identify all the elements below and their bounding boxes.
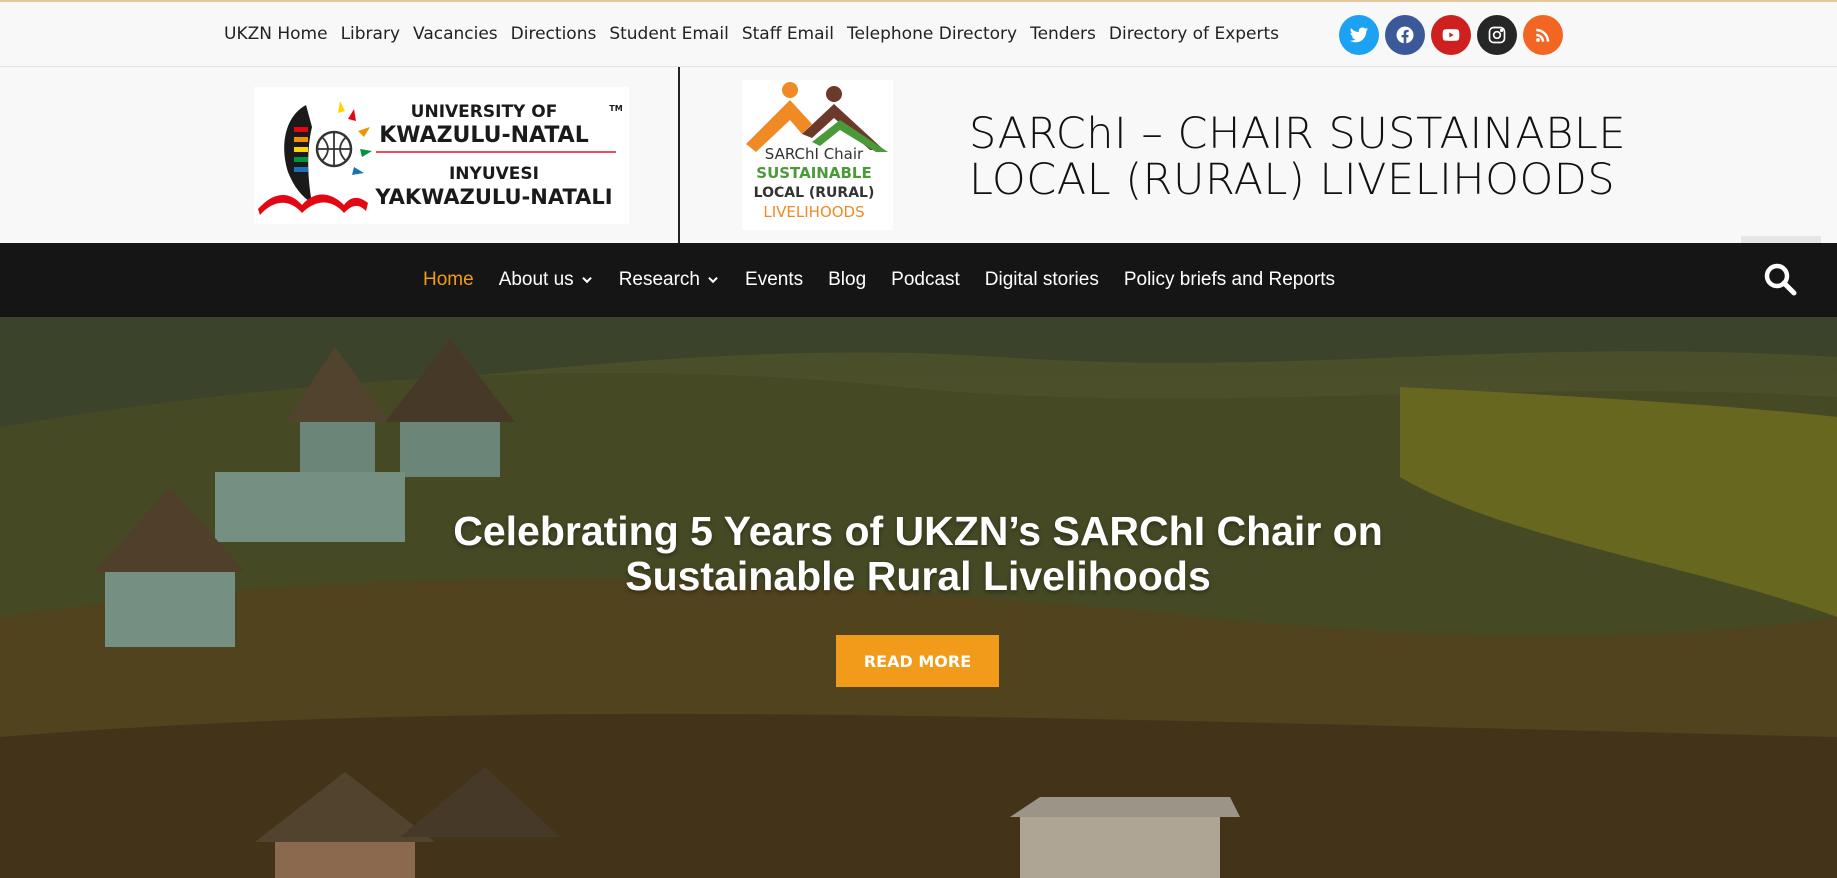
- svg-text:YAKWAZULU-NATALI: YAKWAZULU-NATALI: [374, 185, 612, 209]
- nav-item-label: Home: [423, 269, 474, 290]
- nav-item-label: Digital stories: [984, 269, 1099, 290]
- svg-text:LOCAL (RURAL): LOCAL (RURAL): [754, 185, 875, 201]
- hero-banner: Celebrating 5 Years of UKZN’s SARChI Cha…: [0, 317, 1837, 878]
- chevron-down-icon: [708, 276, 718, 284]
- header-divider: [678, 67, 680, 243]
- link-telephone-directory[interactable]: Telephone Directory: [847, 24, 1017, 44]
- ukzn-logo[interactable]: UNIVERSITY OF KWAZULU-NATAL TM INYUVESI …: [254, 87, 629, 224]
- nav-item-policy-briefs[interactable]: Policy briefs and Reports: [1124, 269, 1335, 291]
- rss-icon[interactable]: [1523, 15, 1563, 55]
- search-button[interactable]: [1762, 261, 1798, 297]
- nav-item-events[interactable]: Events: [745, 269, 803, 291]
- nav-item-label: Events: [745, 269, 804, 290]
- search-icon: [1764, 263, 1797, 296]
- svg-text:TM: TM: [609, 104, 622, 113]
- nav-item-label: Policy briefs and Reports: [1123, 269, 1336, 290]
- link-directions[interactable]: Directions: [511, 24, 597, 44]
- link-student-email[interactable]: Student Email: [609, 24, 729, 44]
- nav-item-podcast[interactable]: Podcast: [891, 269, 960, 291]
- twitter-icon[interactable]: [1339, 15, 1379, 55]
- site-title: SARChI – CHAIR SUSTAINABLE LOCAL (RURAL)…: [969, 109, 1626, 205]
- sarchi-chair-logo[interactable]: SARChI Chair SUSTAINABLE LOCAL (RURAL) L…: [742, 80, 893, 230]
- hero-title-line2: Sustainable Rural Livelihoods: [625, 553, 1211, 599]
- main-nav: Home About us Research Events Blog Podca…: [0, 243, 1837, 317]
- nav-item-label: Blog: [828, 269, 867, 290]
- utility-links: UKZN Home Library Vacancies Directions S…: [224, 24, 1292, 44]
- svg-text:LIVELIHOODS: LIVELIHOODS: [763, 203, 864, 221]
- nav-item-label: About us: [498, 269, 574, 290]
- facebook-icon[interactable]: [1385, 15, 1425, 55]
- nav-item-home[interactable]: Home: [423, 269, 474, 291]
- nav-item-research[interactable]: Research: [619, 269, 720, 291]
- hero-title: Celebrating 5 Years of UKZN’s SARChI Cha…: [318, 509, 1518, 599]
- nav-item-label: Podcast: [891, 269, 960, 290]
- nav-item-blog[interactable]: Blog: [828, 269, 866, 291]
- chevron-down-icon: [581, 276, 592, 284]
- svg-text:KWAZULU-NATAL: KWAZULU-NATAL: [379, 123, 588, 148]
- svg-text:UNIVERSITY OF: UNIVERSITY OF: [411, 102, 558, 122]
- link-staff-email[interactable]: Staff Email: [742, 24, 834, 44]
- link-tenders[interactable]: Tenders: [1030, 24, 1096, 44]
- svg-text:INYUVESI: INYUVESI: [449, 164, 539, 184]
- top-utility-bar: UKZN Home Library Vacancies Directions S…: [0, 0, 1837, 67]
- read-more-button[interactable]: READ MORE: [836, 635, 999, 687]
- youtube-icon[interactable]: [1431, 15, 1471, 55]
- link-directory-of-experts[interactable]: Directory of Experts: [1109, 24, 1279, 44]
- link-library[interactable]: Library: [341, 24, 400, 44]
- nav-item-about-us[interactable]: About us: [499, 269, 594, 291]
- site-header: UNIVERSITY OF KWAZULU-NATAL TM INYUVESI …: [0, 67, 1837, 243]
- social-links: [1339, 15, 1563, 55]
- svg-text:SARChI Chair: SARChI Chair: [765, 145, 864, 163]
- instagram-icon[interactable]: [1477, 15, 1517, 55]
- nav-item-digital-stories[interactable]: Digital stories: [985, 269, 1099, 291]
- nav-item-label: Research: [618, 269, 701, 290]
- hero-title-line1: Celebrating 5 Years of UKZN’s SARChI Cha…: [453, 508, 1383, 554]
- svg-text:SUSTAINABLE: SUSTAINABLE: [756, 164, 871, 182]
- link-vacancies[interactable]: Vacancies: [413, 24, 498, 44]
- link-ukzn-home[interactable]: UKZN Home: [224, 24, 328, 44]
